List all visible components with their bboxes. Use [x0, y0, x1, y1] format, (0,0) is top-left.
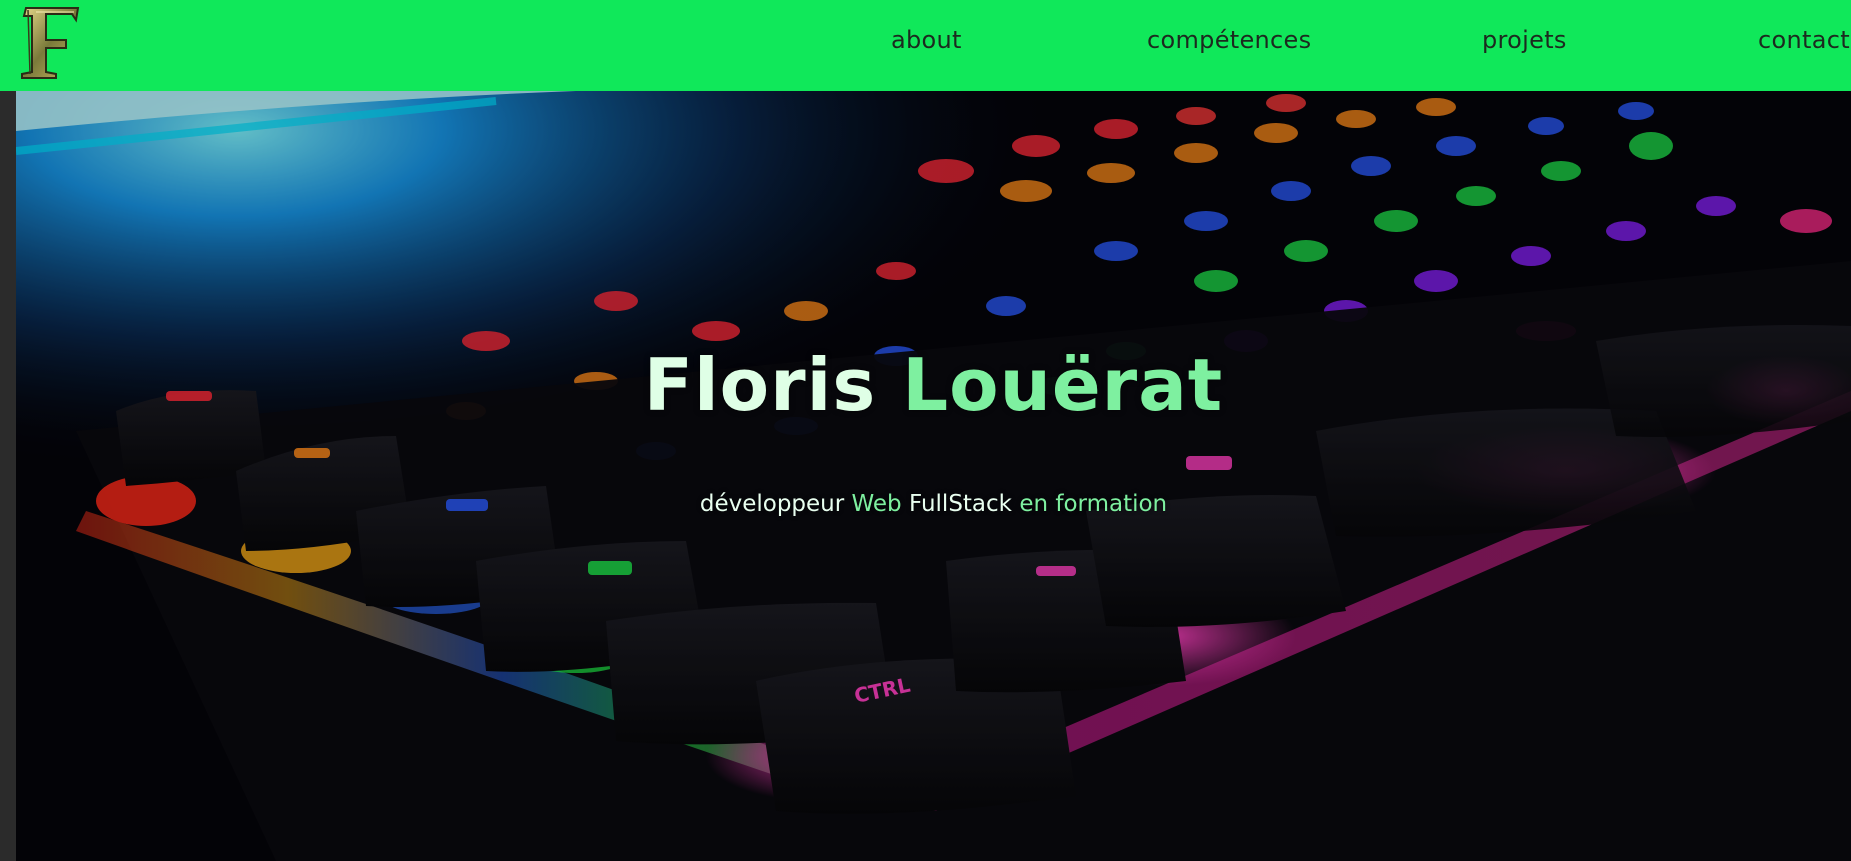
site-header: about compétences projets contact: [0, 0, 1851, 91]
subtitle-word-2: Web: [851, 491, 902, 517]
hero-subtitle: développeur Web FullStack en formation: [16, 491, 1851, 517]
keyboard-background-image: CTRL: [16, 91, 1851, 861]
nav-link-competences[interactable]: compétences: [1147, 26, 1311, 54]
subtitle-word-3: FullStack: [908, 491, 1012, 517]
nav-link-about[interactable]: about: [891, 26, 962, 54]
subtitle-word-1: développeur: [699, 491, 845, 517]
nav-link-contact[interactable]: contact: [1758, 26, 1850, 54]
hero-title: Floris Louërat: [16, 343, 1851, 427]
nav-link-projets[interactable]: projets: [1482, 26, 1567, 54]
subtitle-word-4: en: [1019, 491, 1049, 517]
main-nav: about compétences projets contact: [0, 0, 1851, 91]
hero-section: CTRL Floris Louërat développeur Web Full…: [16, 91, 1851, 861]
hero-title-last: Louërat: [902, 343, 1224, 427]
subtitle-word-5: formation: [1055, 491, 1168, 517]
page: about compétences projets contact CTRL F…: [0, 0, 1851, 861]
hero-title-first: Floris: [643, 343, 877, 427]
